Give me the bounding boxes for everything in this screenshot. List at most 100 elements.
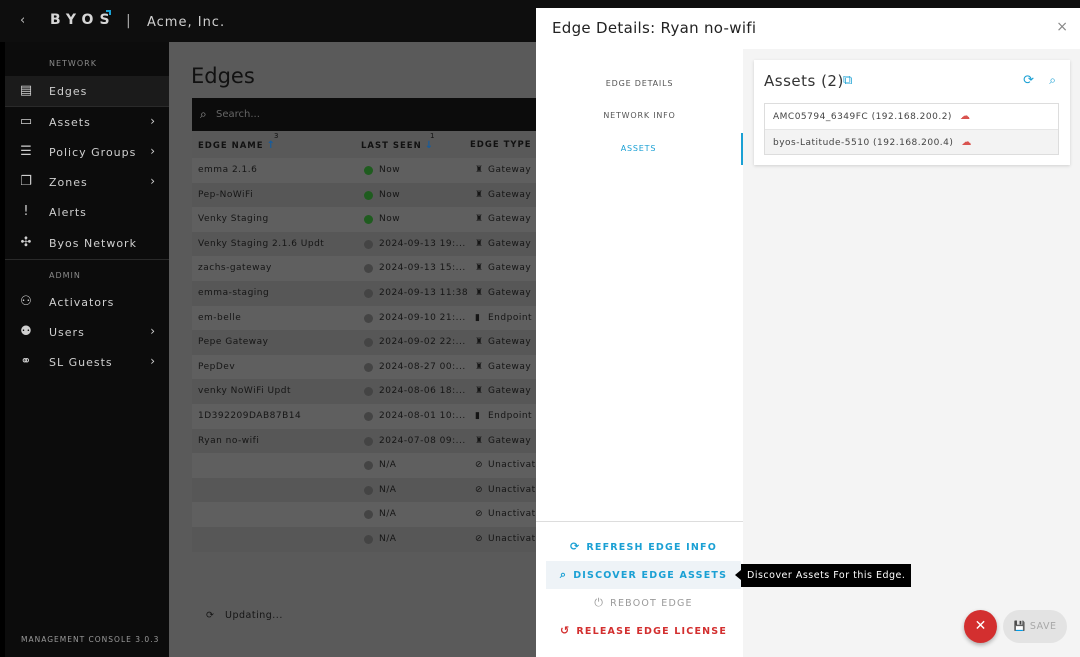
refresh-icon[interactable]: ⟳ (1023, 73, 1034, 88)
status-dot (364, 534, 373, 544)
edge-type-cell: Gateway (488, 165, 532, 175)
last-seen-cell: 2024-09-13 19:... (379, 238, 466, 249)
gateway-icon: ♜ (475, 287, 484, 298)
table-row[interactable]: venky NoWiFi Updt 2024-08-06 18:... ♜ Gatew… (192, 379, 552, 404)
table-row[interactable]: Pepe Gateway 2024-09-02 22:... ♜ Gateway (192, 330, 552, 355)
edge-name-cell: Venky Staging (198, 214, 269, 225)
status-dot (364, 313, 373, 323)
sidebar-item-zones[interactable]: ❐ Zones › (5, 167, 169, 197)
asset-list: AMC05794_6349FC (192.168.200.2) ☁ byos-La… (764, 103, 1059, 155)
alert-icon: ! (23, 204, 29, 219)
last-seen-cell: Now (379, 189, 401, 200)
status-dot (364, 362, 373, 372)
status-dot (364, 436, 373, 446)
table-row[interactable]: Venky Staging Now ♜ Gateway (192, 207, 552, 232)
close-button[interactable]: ✕ (964, 610, 997, 643)
sidebar-item-sl-guests[interactable]: ⚭ SL Guests › (5, 347, 169, 377)
table-row[interactable]: N/A ⊘ Unactivated (192, 502, 552, 527)
tab-network-info[interactable]: NETWORK INFO (536, 100, 743, 132)
table-row[interactable]: PepDev 2024-08-27 00:... ♜ Gateway (192, 354, 552, 380)
save-icon: 💾 (1013, 621, 1026, 632)
sidebar-item-users[interactable]: ⚉ Users › (5, 317, 169, 347)
table-row[interactable]: em-belle 2024-09-10 21:... ▮ Endpoint (192, 305, 552, 331)
col-edge-type[interactable]: EDGE TYPE (470, 140, 532, 150)
laptop-icon: ▭ (19, 114, 33, 129)
reboot-edge-button[interactable]: ⏻ REBOOT EDGE (546, 589, 741, 617)
edge-name-cell: 1D392209DAB87B14 (198, 410, 302, 421)
table-row[interactable]: emma 2.1.6 Now ♜ Gateway (192, 158, 552, 183)
tab-edge-details[interactable]: EDGE DETAILS (536, 68, 743, 100)
refresh-edge-info-button[interactable]: ⟳ REFRESH EDGE INFO (546, 533, 741, 561)
col-last-seen[interactable]: LAST SEEN ↓ 1 (361, 132, 435, 151)
last-seen-cell: 2024-08-01 10:... (379, 410, 466, 421)
table-row[interactable]: N/A ⊘ Unactivated (192, 477, 552, 503)
sidebar-item-byos-network[interactable]: ✣ Byos Network (5, 228, 169, 258)
sidebar-item-edges[interactable]: ▤ Edges (5, 76, 169, 106)
updating-status: ⟳ Updating... (206, 610, 283, 621)
edge-name-cell: venky NoWiFi Updt (198, 386, 292, 397)
table-row[interactable]: Pep-NoWiFi Now ♜ Gateway (192, 182, 552, 208)
table-row[interactable]: emma-staging 2024-09-13 11:38 ♜ Gateway (192, 280, 552, 306)
blocked-icon: ⊘ (475, 509, 483, 520)
org-name[interactable]: Acme, Inc. (147, 15, 225, 30)
last-seen-cell: 2024-09-02 22:... (379, 337, 466, 348)
sidebar-item-alerts[interactable]: ! Alerts (5, 197, 169, 227)
refresh-icon: ⟳ (569, 540, 581, 553)
logo-accent (106, 10, 111, 15)
edge-type-cell: Gateway (488, 287, 532, 298)
separator: | (126, 13, 131, 29)
sort-down-icon: ↓ (424, 140, 435, 151)
sidebar-item-label: Byos Network (49, 237, 137, 250)
sidebar-item-policy-groups[interactable]: ☰ Policy Groups › (5, 137, 169, 167)
table-row[interactable]: N/A ⊘ Unactivated (192, 453, 552, 478)
network-icon: ✣ (20, 235, 32, 250)
list-item[interactable]: byos-Latitude-5510 (192.168.200.4) ☁ (765, 129, 1058, 154)
search-icon[interactable]: ⌕ (1049, 73, 1056, 88)
table-row[interactable]: zachs-gateway 2024-09-13 15:... ♜ Gateway (192, 256, 552, 281)
close-icon: ✕ (974, 618, 987, 634)
chevron-right-icon: › (150, 324, 155, 338)
edge-type-cell: Gateway (488, 386, 532, 397)
edge-name-cell: emma 2.1.6 (198, 165, 258, 175)
edge-type-cell: Gateway (488, 189, 532, 200)
status-dot (364, 166, 373, 175)
list-item[interactable]: AMC05794_6349FC (192.168.200.2) ☁ (765, 104, 1058, 129)
status-dot (364, 264, 373, 274)
edges-icon: ▤ (19, 83, 33, 98)
back-icon[interactable]: ‹ (20, 13, 25, 28)
search-input[interactable]: Search... (216, 109, 260, 120)
sidebar-item-label: Users (49, 326, 85, 339)
edge-type-cell: Gateway (488, 263, 532, 274)
edge-type-cell: Gateway (488, 337, 532, 348)
gateway-icon: ♜ (475, 165, 484, 175)
close-icon[interactable]: × (1056, 19, 1068, 35)
col-edge-name[interactable]: EDGE NAME ↑ 3 (198, 132, 278, 151)
open-external-icon[interactable]: ⧉ (843, 73, 852, 88)
release-edge-license-button[interactable]: ↺ RELEASE EDGE LICENSE (546, 617, 741, 645)
sidebar-item-assets[interactable]: ▭ Assets › (5, 107, 169, 137)
gateway-icon: ♜ (475, 361, 484, 372)
last-seen-cell: N/A (379, 509, 397, 520)
status-dot (364, 485, 373, 495)
search-bar[interactable]: ⌕ Search... (192, 98, 552, 131)
last-seen-cell: N/A (379, 460, 397, 471)
endpoint-icon: ▮ (475, 410, 480, 421)
sidebar-item-activators[interactable]: ⚇ Activators (5, 287, 169, 317)
sort-up-icon: ↑ (266, 140, 276, 151)
table-row[interactable]: Venky Staging 2.1.6 Updt 2024-09-13 19:..… (192, 231, 552, 257)
sidebar-item-label: Zones (49, 176, 88, 189)
table-header: EDGE NAME ↑ 3 LAST SEEN ↓ 1 EDGE TYPE (192, 131, 552, 158)
sidebar-item-label: Activators (49, 296, 115, 309)
table-row[interactable]: N/A ⊘ Unactivated (192, 526, 552, 552)
discover-edge-assets-button[interactable]: ⌕ DISCOVER EDGE ASSETS (546, 561, 741, 589)
save-button[interactable]: 💾 SAVE (1003, 610, 1067, 643)
table-row[interactable]: Ryan no-wifi 2024-07-08 09:... ♜ Gateway (192, 428, 552, 454)
edge-type-cell: Gateway (488, 238, 532, 249)
gateway-icon: ♜ (475, 337, 484, 348)
table-row[interactable]: 1D392209DAB87B14 2024-08-01 10:... ▮ Endpoi… (192, 403, 552, 429)
console-version: MANAGEMENT CONSOLE 3.0.3 (21, 635, 160, 644)
power-icon: ⏻ (594, 596, 605, 609)
tab-assets[interactable]: ASSETS (536, 133, 743, 165)
sidebar-item-label: Policy Groups (49, 146, 137, 159)
sidebar: NETWORK ▤ Edges ▭ Assets › ☰ Policy Grou… (5, 42, 169, 657)
